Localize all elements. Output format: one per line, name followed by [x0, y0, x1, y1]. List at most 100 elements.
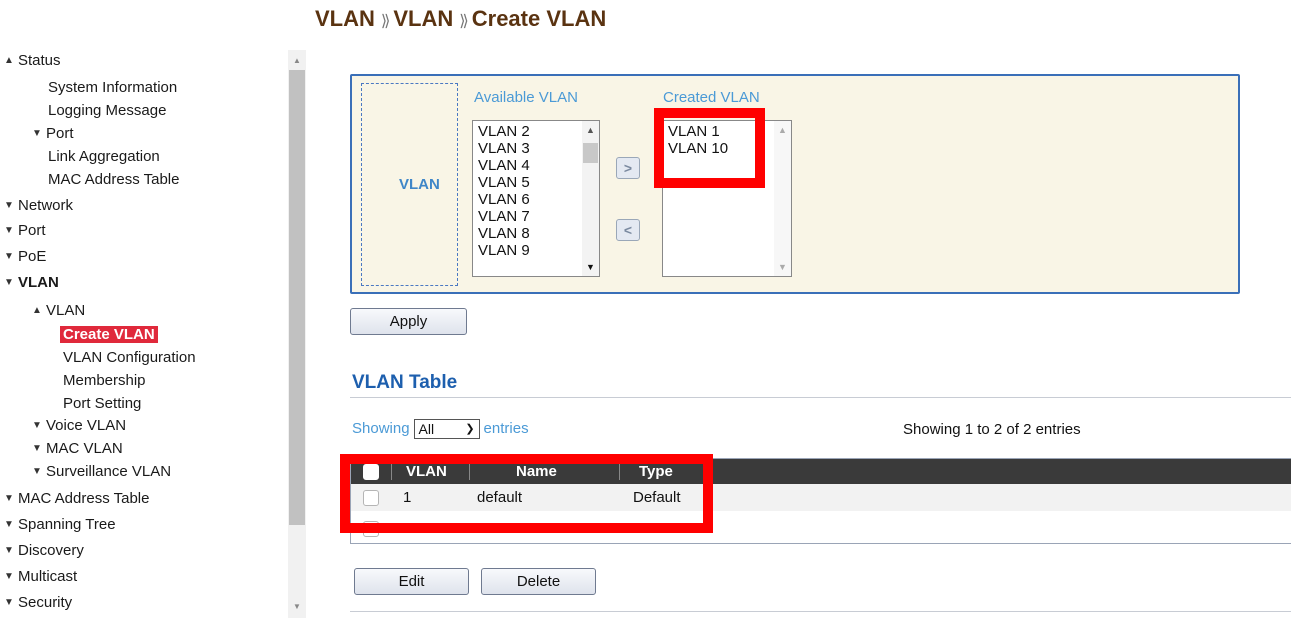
chevron-down-icon: ▼ — [32, 466, 42, 478]
chevron-down-icon: ▼ — [4, 545, 14, 557]
nav-label: Spanning Tree — [18, 516, 116, 534]
entries-select-value: All — [418, 421, 435, 437]
nav-label: Port Setting — [63, 395, 142, 413]
vlan-option[interactable]: VLAN 9 — [473, 242, 599, 259]
highlight-box — [654, 108, 765, 188]
chevron-down-icon: ▼ — [4, 200, 14, 212]
nav-label: Port — [18, 222, 46, 240]
divider — [350, 397, 1291, 398]
nav-label: Logging Message — [48, 102, 167, 120]
breadcrumb: VLAN ⟩⟩ VLAN ⟩⟩ Create VLAN — [315, 6, 606, 32]
nav-label: VLAN Configuration — [63, 349, 196, 367]
nav-label: Voice VLAN — [46, 417, 127, 435]
nav-create-vlan[interactable]: Create VLAN — [60, 324, 158, 346]
vlan-option[interactable]: VLAN 6 — [473, 191, 599, 208]
vlan-option[interactable]: VLAN 5 — [473, 174, 599, 191]
showing-label: Showing — [352, 419, 410, 437]
nav-label: MAC VLAN — [46, 440, 123, 458]
nav-label: PoE — [18, 248, 47, 266]
chevron-up-icon: ▲ — [4, 55, 14, 67]
apply-button[interactable]: Apply — [350, 308, 467, 335]
nav-link-aggregation[interactable]: Link Aggregation — [48, 146, 160, 168]
nav-status-port[interactable]: ▼ Port — [28, 123, 73, 145]
double-chevron-right-icon: ⟩⟩ — [380, 13, 391, 30]
chevron-down-icon: ▼ — [32, 443, 42, 455]
nav-mac-address-table[interactable]: ▼ MAC Address Table — [0, 488, 149, 510]
vlan-option[interactable]: VLAN 3 — [473, 140, 599, 157]
delete-button[interactable]: Delete — [481, 568, 596, 595]
entries-select[interactable]: All ❯ — [413, 419, 480, 439]
chevron-down-icon: ▼ — [32, 128, 42, 140]
add-vlan-button[interactable]: > — [616, 157, 640, 179]
breadcrumb-current: Create VLAN — [471, 6, 607, 31]
nav-label: MAC Address Table — [18, 490, 150, 508]
entries-control: Showing All ❯ entries — [352, 419, 529, 439]
vlan-option[interactable]: VLAN 7 — [473, 208, 599, 225]
nav-label: VLAN — [18, 274, 59, 292]
nav-membership[interactable]: Membership — [63, 370, 146, 392]
nav-label: System Information — [48, 79, 178, 97]
nav-port-setting[interactable]: Port Setting — [63, 393, 141, 415]
nav-voice-vlan[interactable]: ▼ Voice VLAN — [28, 415, 126, 437]
chevron-down-icon: ▼ — [4, 251, 14, 263]
sidebar-scrollbar-thumb[interactable] — [289, 70, 305, 525]
nav-surveillance-vlan[interactable]: ▼ Surveillance VLAN — [28, 461, 171, 483]
nav-label: MAC Address Table — [48, 171, 180, 189]
nav-status[interactable]: ▲ Status — [0, 50, 60, 72]
scroll-down-icon[interactable]: ▼ — [774, 262, 791, 272]
nav-network[interactable]: ▼ Network — [0, 195, 73, 217]
vlan-field-label: VLAN — [399, 176, 440, 193]
available-vlan-options: VLAN 2 VLAN 3 VLAN 4 VLAN 5 VLAN 6 VLAN 7 VLAN… — [473, 121, 599, 259]
nav-label: Link Aggregation — [48, 148, 160, 166]
chevron-down-icon: ❯ — [465, 423, 475, 435]
nav-label: Create VLAN — [60, 326, 158, 344]
available-vlan-title: Available VLAN — [474, 89, 578, 106]
nav-label: Surveillance VLAN — [46, 463, 172, 481]
nav-mac-vlan[interactable]: ▼ MAC VLAN — [28, 438, 123, 460]
breadcrumb-item[interactable]: VLAN — [315, 6, 375, 31]
scroll-up-icon[interactable]: ▲ — [774, 125, 791, 135]
nav-label: Network — [18, 197, 74, 215]
available-vlan-listbox[interactable]: VLAN 2 VLAN 3 VLAN 4 VLAN 5 VLAN 6 VLAN 7 VLAN… — [472, 120, 600, 277]
double-chevron-right-icon: ⟩⟩ — [459, 13, 469, 30]
vlan-option[interactable]: VLAN 8 — [473, 225, 599, 242]
scroll-up-icon[interactable]: ▲ — [582, 125, 599, 135]
entries-summary: Showing 1 to 2 of 2 entries — [903, 421, 1081, 438]
sidebar-nav: ▲ Status System Information Logging Messa… — [0, 50, 288, 618]
chevron-down-icon: ▼ — [4, 519, 14, 531]
nav-multicast[interactable]: ▼ Multicast — [0, 566, 77, 588]
scroll-down-icon[interactable]: ▼ — [288, 602, 306, 611]
listbox-scrollbar-thumb[interactable] — [583, 143, 598, 163]
listbox-scrollbar[interactable] — [774, 121, 791, 276]
highlight-box — [340, 454, 713, 533]
chevron-down-icon: ▼ — [32, 420, 42, 432]
scroll-up-icon[interactable]: ▲ — [288, 56, 306, 65]
nav-status-mac-address-table[interactable]: MAC Address Table — [48, 169, 179, 191]
edit-button[interactable]: Edit — [354, 568, 469, 595]
chevron-down-icon: ▼ — [4, 493, 14, 505]
vlan-option[interactable]: VLAN 4 — [473, 157, 599, 174]
vlan-option[interactable]: VLAN 2 — [473, 123, 599, 140]
nav-security[interactable]: ▼ Security — [0, 592, 72, 614]
scroll-down-icon[interactable]: ▼ — [582, 262, 599, 272]
nav-label: Membership — [63, 372, 146, 390]
divider — [350, 611, 1291, 612]
nav-logging-message[interactable]: Logging Message — [48, 100, 166, 122]
chevron-down-icon: ▼ — [4, 225, 14, 237]
nav-discovery[interactable]: ▼ Discovery — [0, 540, 84, 562]
nav-poe[interactable]: ▼ PoE — [0, 246, 46, 268]
entries-label: entries — [483, 419, 529, 437]
chevron-down-icon: ▼ — [4, 571, 14, 583]
remove-vlan-button[interactable]: < — [616, 219, 640, 241]
nav-label: Multicast — [18, 568, 78, 586]
nav-system-information[interactable]: System Information — [48, 77, 177, 99]
nav-spanning-tree[interactable]: ▼ Spanning Tree — [0, 514, 116, 536]
nav-vlan[interactable]: ▼ VLAN — [0, 272, 59, 294]
nav-label: Discovery — [18, 542, 84, 560]
nav-label: VLAN — [46, 302, 86, 320]
breadcrumb-item[interactable]: VLAN — [393, 6, 453, 31]
nav-port[interactable]: ▼ Port — [0, 220, 46, 242]
chevron-down-icon: ▼ — [4, 597, 14, 609]
nav-vlan-configuration[interactable]: VLAN Configuration — [63, 347, 196, 369]
nav-vlan-vlan[interactable]: ▲ VLAN — [28, 300, 85, 322]
